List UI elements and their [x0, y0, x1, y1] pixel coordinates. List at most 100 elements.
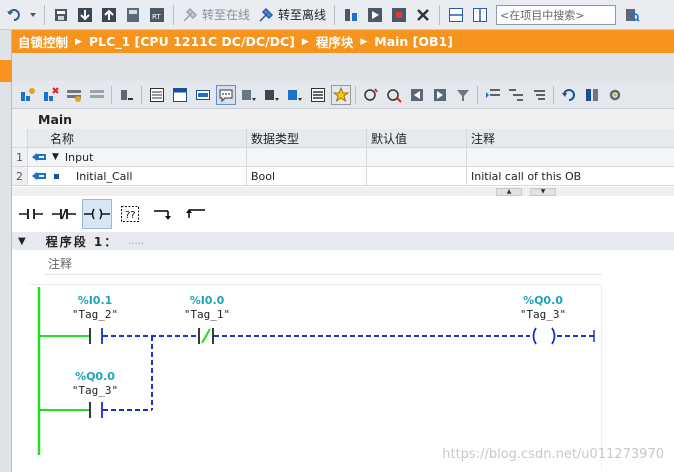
go-to-first-icon[interactable]: [407, 85, 427, 105]
left-panel-strip[interactable]: [0, 30, 12, 472]
reset-start-value-icon[interactable]: [117, 85, 137, 105]
row-default[interactable]: [367, 148, 467, 166]
editor-tab-area: [12, 53, 674, 81]
breadcrumb-program-blocks[interactable]: 程序块: [316, 32, 354, 51]
absolute-operands-icon[interactable]: [262, 85, 282, 105]
column-header-default[interactable]: 默认值: [367, 129, 467, 147]
breadcrumb-project[interactable]: 自锁控制: [18, 32, 68, 51]
toolbar-divider: [111, 85, 112, 104]
upload-icon[interactable]: [99, 5, 119, 25]
bool-param-icon: [54, 173, 59, 179]
open-branch-icon[interactable]: [148, 199, 178, 229]
interface-param-icon: [28, 148, 50, 166]
network-1-header[interactable]: ▼ 程序段 1： .....: [12, 232, 674, 250]
accessible-devices-icon[interactable]: [341, 5, 361, 25]
list-view-icon[interactable]: [147, 85, 167, 105]
outdent-icon[interactable]: [506, 85, 526, 105]
coil-tag[interactable]: "Tag_3": [508, 308, 578, 321]
go-offline-icon: [259, 7, 274, 22]
favorites-icon[interactable]: [239, 85, 259, 105]
simulation-icon[interactable]: RT: [147, 5, 167, 25]
column-header-type[interactable]: 数据类型: [247, 129, 367, 147]
toggle-line-wrap-icon[interactable]: [308, 85, 328, 105]
go-offline-button[interactable]: 转至离线: [254, 4, 330, 26]
contact-tag[interactable]: "Tag_3": [60, 384, 130, 397]
project-tree-tab[interactable]: [0, 60, 12, 82]
table-row[interactable]: 1 ▼ Input: [12, 148, 674, 167]
add-row-icon[interactable]: [87, 85, 107, 105]
network-title[interactable]: 程序段 1：: [46, 233, 119, 250]
row-type[interactable]: Bool: [247, 167, 367, 185]
delete-network-icon[interactable]: [41, 85, 61, 105]
insert-row-icon[interactable]: [64, 85, 84, 105]
stop-cpu-icon[interactable]: [389, 5, 409, 25]
empty-box-icon[interactable]: ??: [115, 199, 145, 229]
split-horizontal-icon[interactable]: [446, 5, 466, 25]
network-comments-icon[interactable]: [215, 84, 236, 105]
toolbar-divider: [173, 4, 174, 25]
window-view-icon[interactable]: [170, 85, 190, 105]
compare-icon[interactable]: [582, 85, 602, 105]
block-interface-title: Main: [12, 109, 674, 129]
go-online-button[interactable]: 转至在线: [178, 4, 254, 26]
modify-value-icon[interactable]: [384, 85, 404, 105]
no-contact-icon[interactable]: [16, 199, 46, 229]
network-title-field[interactable]: .....: [128, 236, 144, 247]
cross-reference-icon[interactable]: [413, 5, 433, 25]
go-to-next-icon[interactable]: [430, 85, 450, 105]
breadcrumb-arrow-icon: ▶: [75, 36, 82, 47]
split-vertical-icon[interactable]: [470, 5, 490, 25]
start-cpu-icon[interactable]: [365, 5, 385, 25]
favorite-star-icon[interactable]: [330, 84, 351, 105]
network-comment-field[interactable]: 注释: [44, 252, 602, 275]
row-name-cell[interactable]: ▼ Input: [50, 148, 247, 166]
row-comment[interactable]: [467, 148, 674, 166]
row-type[interactable]: [247, 148, 367, 166]
settings-icon[interactable]: [605, 85, 625, 105]
column-header-comment[interactable]: 注释: [467, 129, 674, 147]
sort-icon[interactable]: [529, 85, 549, 105]
network-overview-icon[interactable]: [193, 85, 213, 105]
collapse-up-icon[interactable]: ▲: [496, 188, 522, 196]
compile-icon[interactable]: [51, 5, 71, 25]
table-row[interactable]: 2 Initial_Call Bool Initial call of this…: [12, 167, 674, 186]
svg-text:RT: RT: [152, 13, 161, 21]
close-branch-icon[interactable]: [181, 199, 211, 229]
interface-param-icon: [28, 167, 50, 185]
toolbar-divider: [44, 4, 45, 25]
download-icon[interactable]: [75, 5, 95, 25]
row-name: Input: [64, 150, 94, 164]
toolbar-divider: [141, 85, 142, 104]
row-default[interactable]: [367, 167, 467, 185]
search-project-icon[interactable]: [622, 5, 642, 25]
expand-arrow-icon[interactable]: ▼: [52, 152, 59, 162]
coil-icon[interactable]: [82, 199, 112, 229]
open-all-networks-icon[interactable]: [285, 85, 305, 105]
filter-icon[interactable]: [453, 85, 473, 105]
interface-resize-bar[interactable]: ▲ ▼: [12, 187, 674, 196]
svg-text:??: ??: [125, 210, 136, 221]
contact-address[interactable]: %I0.1: [60, 294, 130, 307]
contact-tag[interactable]: "Tag_2": [60, 308, 130, 321]
contact-tag[interactable]: "Tag_1": [172, 308, 242, 321]
indent-icon[interactable]: [483, 85, 503, 105]
column-header-name[interactable]: 名称: [50, 129, 247, 147]
refresh-icon[interactable]: [559, 85, 579, 105]
breadcrumb-main-ob1[interactable]: Main [OB1]: [374, 34, 453, 49]
insert-network-icon[interactable]: [18, 85, 38, 105]
undo-icon[interactable]: [4, 5, 24, 25]
row-name-cell[interactable]: Initial_Call: [50, 167, 247, 185]
monitor-icon[interactable]: [361, 85, 381, 105]
device-icon[interactable]: [123, 5, 143, 25]
project-search-input[interactable]: <在项目中搜索>: [496, 4, 617, 25]
contact-address[interactable]: %I0.0: [172, 294, 242, 307]
expand-down-icon[interactable]: ▼: [530, 188, 556, 196]
coil-address[interactable]: %Q0.0: [508, 294, 578, 307]
collapse-network-icon[interactable]: ▼: [18, 236, 26, 247]
nc-contact-icon[interactable]: [49, 199, 79, 229]
row-comment[interactable]: Initial call of this OB: [467, 167, 674, 185]
breadcrumb-plc[interactable]: PLC_1 [CPU 1211C DC/DC/DC]: [89, 34, 295, 49]
toolbar-divider: [355, 85, 356, 104]
contact-address[interactable]: %Q0.0: [60, 370, 130, 383]
undo-dropdown-icon[interactable]: [28, 5, 38, 25]
